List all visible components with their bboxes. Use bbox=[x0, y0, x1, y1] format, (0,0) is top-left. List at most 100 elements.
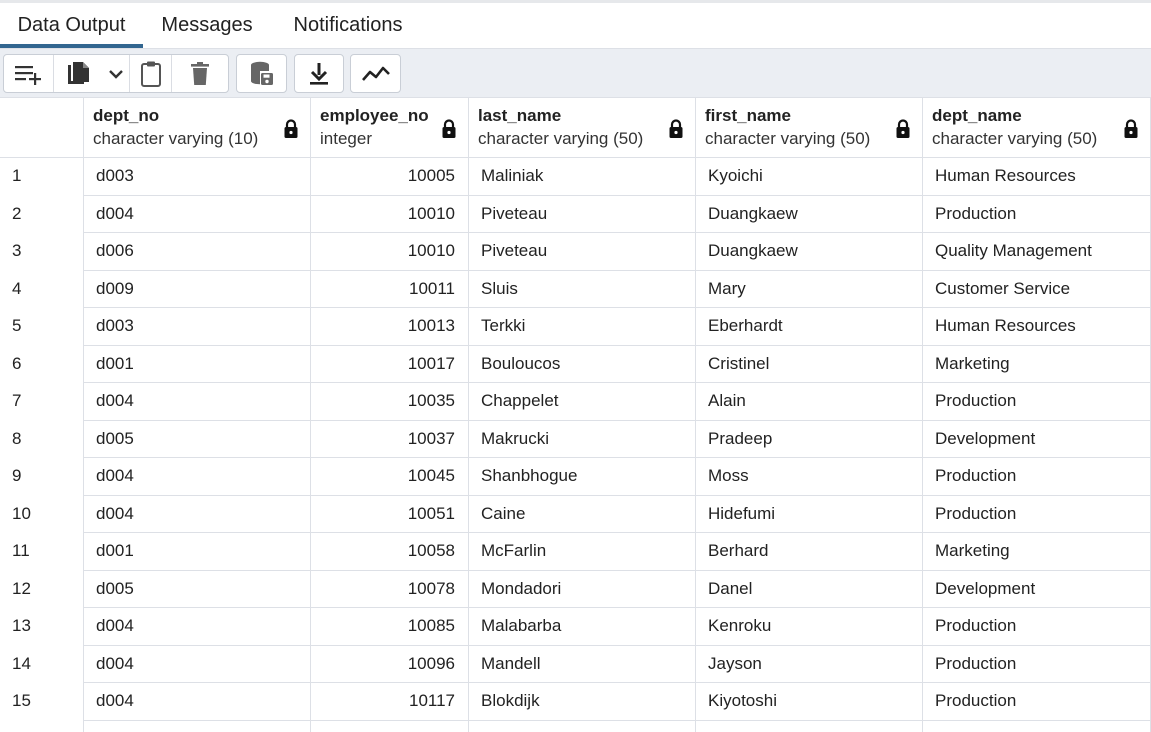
cell-dept-name[interactable]: Human Resources bbox=[923, 308, 1151, 346]
cell-employee-no[interactable]: 10078 bbox=[311, 570, 469, 608]
row-number-cell[interactable]: 12 bbox=[0, 570, 84, 608]
cell-employee-no[interactable]: 10010 bbox=[311, 233, 469, 271]
cell-dept-name[interactable]: Production bbox=[923, 458, 1151, 496]
copy-options-dropdown[interactable] bbox=[102, 55, 130, 92]
row-number-cell[interactable]: 1 bbox=[0, 158, 84, 196]
cell-dept-name[interactable]: Marketing bbox=[923, 345, 1151, 383]
save-data-button[interactable] bbox=[237, 55, 286, 92]
column-header-dept-name[interactable]: dept_name character varying (50) bbox=[923, 98, 1151, 158]
cell-first-name[interactable]: Kenroku bbox=[696, 608, 923, 646]
cell-dept-name[interactable]: Production bbox=[923, 495, 1151, 533]
cell-last-name[interactable]: Shanbhogue bbox=[469, 458, 696, 496]
table-row[interactable]: 5 d003 10013 Terkki Eberhardt Human Resources bbox=[0, 308, 1151, 346]
cell-employee-no[interactable]: 10051 bbox=[311, 495, 469, 533]
cell-employee-no[interactable]: 10037 bbox=[311, 420, 469, 458]
cell-dept-no[interactable]: d004 bbox=[84, 683, 311, 721]
cell-dept-name[interactable]: Production bbox=[923, 383, 1151, 421]
cell-first-name[interactable]: Pradeep bbox=[696, 420, 923, 458]
cell-first-name[interactable]: Alain bbox=[696, 383, 923, 421]
cell-employee-no[interactable]: 10117 bbox=[311, 683, 469, 721]
column-header-employee-no[interactable]: employee_no integer bbox=[311, 98, 469, 158]
row-number-cell[interactable]: 6 bbox=[0, 345, 84, 383]
cell-employee-no[interactable] bbox=[311, 720, 469, 732]
cell-employee-no[interactable]: 10035 bbox=[311, 383, 469, 421]
graph-visualiser-button[interactable] bbox=[351, 55, 400, 92]
cell-last-name[interactable]: Piveteau bbox=[469, 195, 696, 233]
table-row[interactable]: 4 d009 10011 Sluis Mary Customer Service bbox=[0, 270, 1151, 308]
row-number-cell[interactable] bbox=[0, 720, 84, 732]
cell-dept-name[interactable]: Quality Management bbox=[923, 233, 1151, 271]
tab-data-output[interactable]: Data Output bbox=[0, 3, 143, 48]
cell-last-name[interactable]: Makrucki bbox=[469, 420, 696, 458]
cell-last-name[interactable]: Blokdijk bbox=[469, 683, 696, 721]
cell-dept-no[interactable]: d006 bbox=[84, 233, 311, 271]
add-row-button[interactable] bbox=[4, 55, 54, 92]
delete-button[interactable] bbox=[172, 55, 228, 92]
row-number-cell[interactable]: 8 bbox=[0, 420, 84, 458]
cell-employee-no[interactable]: 10085 bbox=[311, 608, 469, 646]
cell-employee-no[interactable]: 10005 bbox=[311, 158, 469, 196]
row-number-cell[interactable]: 11 bbox=[0, 533, 84, 571]
cell-last-name[interactable]: Bouloucos bbox=[469, 345, 696, 383]
cell-first-name[interactable]: Hidefumi bbox=[696, 495, 923, 533]
cell-last-name[interactable]: Maliniak bbox=[469, 158, 696, 196]
row-number-cell[interactable]: 7 bbox=[0, 383, 84, 421]
cell-employee-no[interactable]: 10010 bbox=[311, 195, 469, 233]
cell-dept-name[interactable]: Development bbox=[923, 420, 1151, 458]
cell-dept-name[interactable]: Marketing bbox=[923, 533, 1151, 571]
cell-dept-name[interactable]: Production bbox=[923, 683, 1151, 721]
table-row[interactable]: 1 d003 10005 Maliniak Kyoichi Human Resources bbox=[0, 158, 1151, 196]
cell-dept-name[interactable]: Production bbox=[923, 645, 1151, 683]
cell-dept-no[interactable]: d003 bbox=[84, 308, 311, 346]
cell-last-name[interactable]: Terkki bbox=[469, 308, 696, 346]
row-number-cell[interactable]: 4 bbox=[0, 270, 84, 308]
cell-dept-no[interactable]: d009 bbox=[84, 270, 311, 308]
paste-button[interactable] bbox=[130, 55, 172, 92]
cell-dept-no[interactable]: d004 bbox=[84, 608, 311, 646]
cell-dept-no[interactable] bbox=[84, 720, 311, 732]
column-header-last-name[interactable]: last_name character varying (50) bbox=[469, 98, 696, 158]
cell-employee-no[interactable]: 10045 bbox=[311, 458, 469, 496]
cell-last-name[interactable]: Malabarba bbox=[469, 608, 696, 646]
table-row[interactable]: 13 d004 10085 Malabarba Kenroku Production bbox=[0, 608, 1151, 646]
copy-button[interactable] bbox=[54, 55, 102, 92]
cell-dept-no[interactable]: d004 bbox=[84, 495, 311, 533]
cell-dept-no[interactable]: d004 bbox=[84, 195, 311, 233]
table-row[interactable]: 15 d004 10117 Blokdijk Kiyotoshi Production bbox=[0, 683, 1151, 721]
cell-first-name[interactable]: Kyoichi bbox=[696, 158, 923, 196]
column-header-dept-no[interactable]: dept_no character varying (10) bbox=[84, 98, 311, 158]
cell-first-name[interactable]: Moss bbox=[696, 458, 923, 496]
cell-dept-name[interactable] bbox=[923, 720, 1151, 732]
cell-first-name[interactable]: Mary bbox=[696, 270, 923, 308]
table-row[interactable]: 8 d005 10037 Makrucki Pradeep Development bbox=[0, 420, 1151, 458]
cell-last-name[interactable]: McFarlin bbox=[469, 533, 696, 571]
cell-dept-name[interactable]: Production bbox=[923, 195, 1151, 233]
row-number-header[interactable] bbox=[0, 98, 84, 158]
row-number-cell[interactable]: 3 bbox=[0, 233, 84, 271]
cell-first-name[interactable]: Duangkaew bbox=[696, 233, 923, 271]
cell-first-name[interactable]: Kiyotoshi bbox=[696, 683, 923, 721]
cell-last-name[interactable]: Chappelet bbox=[469, 383, 696, 421]
cell-first-name[interactable]: Berhard bbox=[696, 533, 923, 571]
cell-dept-name[interactable]: Human Resources bbox=[923, 158, 1151, 196]
table-row[interactable]: 2 d004 10010 Piveteau Duangkaew Production bbox=[0, 195, 1151, 233]
table-row[interactable] bbox=[0, 720, 1151, 732]
cell-employee-no[interactable]: 10011 bbox=[311, 270, 469, 308]
cell-dept-no[interactable]: d001 bbox=[84, 533, 311, 571]
row-number-cell[interactable]: 2 bbox=[0, 195, 84, 233]
cell-first-name[interactable]: Duangkaew bbox=[696, 195, 923, 233]
cell-dept-no[interactable]: d004 bbox=[84, 383, 311, 421]
cell-first-name[interactable]: Danel bbox=[696, 570, 923, 608]
table-row[interactable]: 6 d001 10017 Bouloucos Cristinel Marketing bbox=[0, 345, 1151, 383]
tab-messages[interactable]: Messages bbox=[143, 3, 271, 48]
cell-employee-no[interactable]: 10058 bbox=[311, 533, 469, 571]
row-number-cell[interactable]: 14 bbox=[0, 645, 84, 683]
download-button[interactable] bbox=[295, 55, 343, 92]
cell-dept-no[interactable]: d003 bbox=[84, 158, 311, 196]
cell-employee-no[interactable]: 10096 bbox=[311, 645, 469, 683]
table-row[interactable]: 11 d001 10058 McFarlin Berhard Marketing bbox=[0, 533, 1151, 571]
cell-last-name[interactable]: Mandell bbox=[469, 645, 696, 683]
table-row[interactable]: 14 d004 10096 Mandell Jayson Production bbox=[0, 645, 1151, 683]
column-header-first-name[interactable]: first_name character varying (50) bbox=[696, 98, 923, 158]
cell-first-name[interactable]: Cristinel bbox=[696, 345, 923, 383]
